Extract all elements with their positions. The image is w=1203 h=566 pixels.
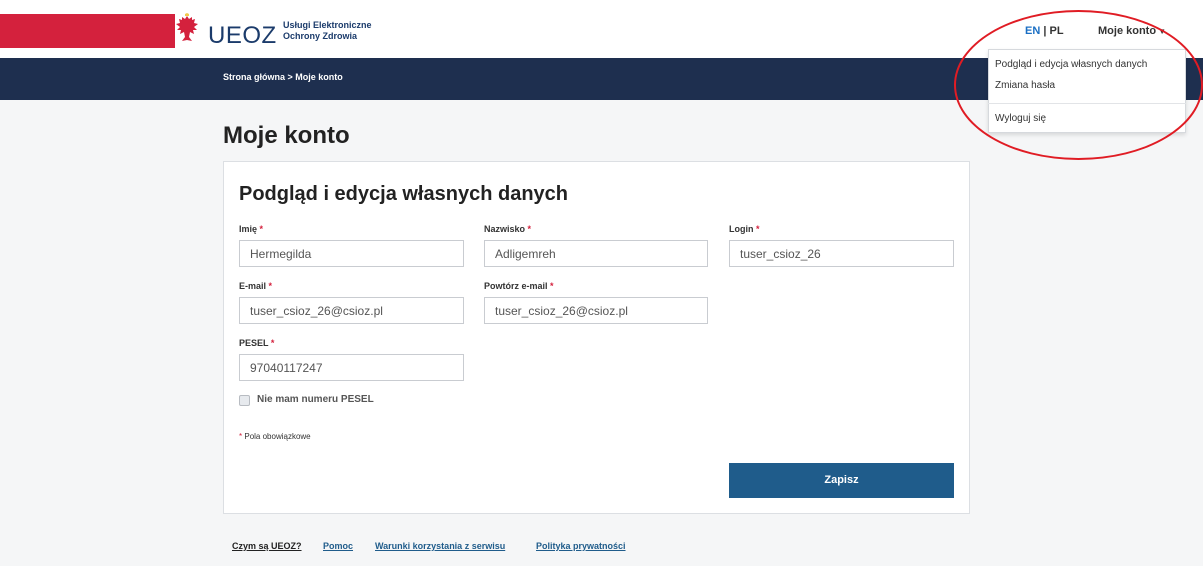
- last-name-label: Nazwisko *: [484, 224, 531, 234]
- required-asterisk: *: [270, 338, 275, 348]
- first-name-label-text: Imię: [239, 224, 258, 234]
- email-input[interactable]: tuser_csioz_26@csioz.pl: [239, 297, 464, 324]
- ueoz-logo-text[interactable]: UEOZ: [208, 22, 277, 50]
- logo-subtitle-line-1: Usługi Elektroniczne: [283, 20, 372, 30]
- required-asterisk: *: [268, 281, 273, 291]
- last-name-input[interactable]: Adligemreh: [484, 240, 708, 267]
- pesel-label: PESEL *: [239, 338, 274, 348]
- footer-link-help[interactable]: Pomoc: [323, 541, 353, 551]
- no-pesel-label[interactable]: Nie mam numeru PESEL: [257, 394, 374, 405]
- footer-link-terms[interactable]: Warunki korzystania z serwisu: [375, 541, 505, 551]
- pesel-label-text: PESEL: [239, 338, 269, 348]
- save-button[interactable]: Zapisz: [729, 463, 954, 498]
- lang-pl-link[interactable]: PL: [1049, 25, 1063, 37]
- ueoz-logo-subtitle: Usługi Elektroniczne Ochrony Zdrowia: [283, 20, 372, 42]
- email-repeat-label-text: Powtórz e-mail: [484, 281, 548, 291]
- required-asterisk: *: [527, 224, 532, 234]
- menu-item-logout[interactable]: Wyloguj się: [995, 113, 1046, 124]
- menu-item-change-password[interactable]: Zmiana hasła: [995, 80, 1055, 91]
- required-fields-note: * Pola obowiązkowe: [239, 432, 311, 441]
- footer-link-what-is-ueoz[interactable]: Czym są UEOZ?: [232, 541, 302, 551]
- required-asterisk: *: [756, 224, 760, 234]
- menu-item-view-edit-data[interactable]: Podgląd i edycja własnych danych: [995, 59, 1147, 70]
- caret-down-icon: ▼: [1158, 27, 1166, 36]
- lang-en-link[interactable]: EN: [1025, 25, 1040, 37]
- breadcrumb[interactable]: Strona główna > Moje konto: [223, 72, 343, 82]
- pesel-input[interactable]: 97040117247: [239, 354, 464, 381]
- first-name-label: Imię *: [239, 224, 263, 234]
- footer-link-privacy[interactable]: Polityka prywatności: [536, 541, 626, 551]
- language-switcher: EN | PL: [1025, 25, 1064, 37]
- menu-divider: [988, 103, 1186, 104]
- email-label: E-mail *: [239, 281, 272, 291]
- email-label-text: E-mail: [239, 281, 267, 291]
- required-asterisk: *: [239, 432, 243, 441]
- required-asterisk: *: [259, 224, 264, 234]
- required-asterisk: *: [550, 281, 554, 291]
- account-menu-label: Moje konto: [1098, 25, 1157, 37]
- account-menu-toggle[interactable]: Moje konto ▼: [1098, 25, 1166, 37]
- page-title: Moje konto: [223, 122, 350, 149]
- first-name-input[interactable]: Hermegilda: [239, 240, 464, 267]
- required-note-text: Pola obowiązkowe: [244, 432, 311, 441]
- login-label: Login *: [729, 224, 760, 234]
- brand-red-strip: [0, 14, 175, 48]
- last-name-label-text: Nazwisko: [484, 224, 526, 234]
- polish-eagle-emblem-icon: [176, 13, 198, 41]
- login-input[interactable]: tuser_csioz_26: [729, 240, 954, 267]
- email-repeat-input[interactable]: tuser_csioz_26@csioz.pl: [484, 297, 708, 324]
- no-pesel-checkbox[interactable]: [239, 395, 250, 406]
- email-repeat-label: Powtórz e-mail *: [484, 281, 554, 291]
- form-card: [223, 161, 970, 514]
- login-label-text: Login: [729, 224, 754, 234]
- logo-subtitle-line-2: Ochrony Zdrowia: [283, 31, 358, 41]
- form-title: Podgląd i edycja własnych danych: [239, 183, 568, 205]
